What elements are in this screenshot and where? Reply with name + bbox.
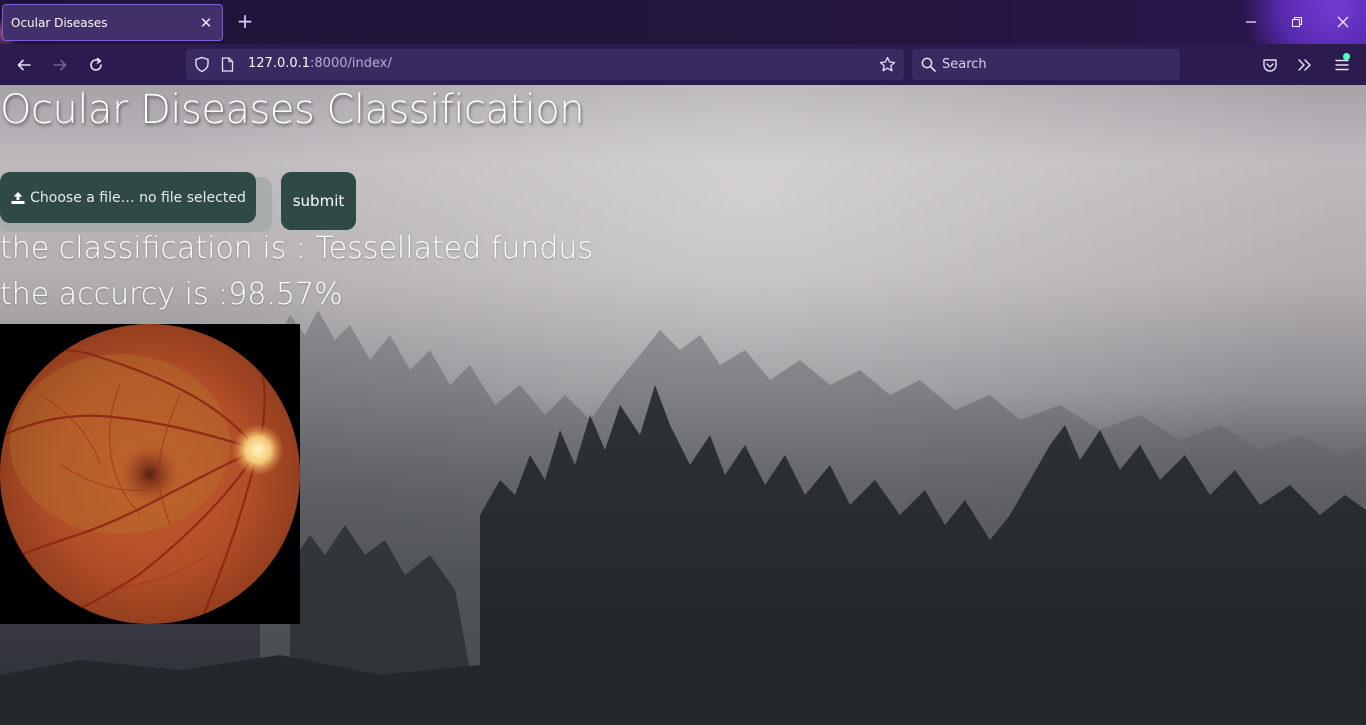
accuracy-result: the accurcy is :98.57% — [0, 277, 343, 312]
choose-file-label: Choose a file… no file selected — [30, 189, 246, 206]
url-bar[interactable]: 127.0.0.1:8000/index/ — [186, 49, 904, 80]
tab-close-icon[interactable]: ✕ — [198, 14, 214, 32]
overflow-chevron-icon — [1298, 59, 1311, 71]
update-notification-dot — [1343, 53, 1350, 60]
tab-title: Ocular Diseases — [11, 15, 108, 30]
page-viewport: Ocular Diseases Classification Choose a … — [0, 85, 1366, 725]
restore-button[interactable] — [1282, 8, 1312, 36]
search-icon — [921, 57, 936, 72]
browser-navbar: 127.0.0.1:8000/index/ Search — [0, 44, 1366, 85]
pocket-button[interactable] — [1257, 52, 1283, 78]
menu-icon — [1335, 59, 1349, 71]
url-text[interactable]: 127.0.0.1:8000/index/ — [248, 56, 392, 71]
pocket-icon — [1263, 58, 1277, 72]
reload-button[interactable] — [83, 52, 109, 78]
page-title: Ocular Diseases Classification — [0, 87, 585, 133]
search-placeholder: Search — [942, 57, 987, 72]
page-icon — [221, 57, 234, 72]
restore-icon — [1291, 16, 1303, 28]
forward-button[interactable] — [47, 52, 73, 78]
classification-result: the classification is : Tessellated fund… — [0, 231, 594, 266]
choose-file-button[interactable]: Choose a file… no file selected — [0, 172, 256, 223]
fundus-image — [0, 324, 300, 624]
reload-icon — [90, 57, 102, 71]
browser-tab[interactable]: Ocular Diseases ✕ — [2, 4, 223, 41]
shield-icon[interactable] — [194, 56, 210, 73]
submit-button[interactable]: submit — [281, 172, 356, 230]
retina-illustration — [0, 324, 300, 624]
close-window-button[interactable] — [1328, 8, 1358, 36]
forward-arrow-icon — [53, 59, 67, 71]
url-host: 127.0.0.1 — [248, 56, 311, 71]
overflow-button[interactable] — [1292, 52, 1318, 78]
back-arrow-icon — [17, 59, 31, 71]
browser-titlebar: Ocular Diseases ✕ + — [0, 0, 1366, 44]
url-path: :8000/index/ — [310, 56, 392, 71]
minimize-button[interactable] — [1236, 8, 1266, 36]
app-menu-button[interactable] — [1329, 52, 1355, 78]
star-icon[interactable] — [879, 56, 896, 73]
new-tab-button[interactable]: + — [234, 10, 256, 32]
minimize-icon — [1246, 21, 1256, 23]
search-bar[interactable]: Search — [912, 49, 1180, 80]
back-button[interactable] — [11, 52, 37, 78]
upload-icon — [11, 191, 25, 204]
close-icon — [1337, 16, 1349, 28]
